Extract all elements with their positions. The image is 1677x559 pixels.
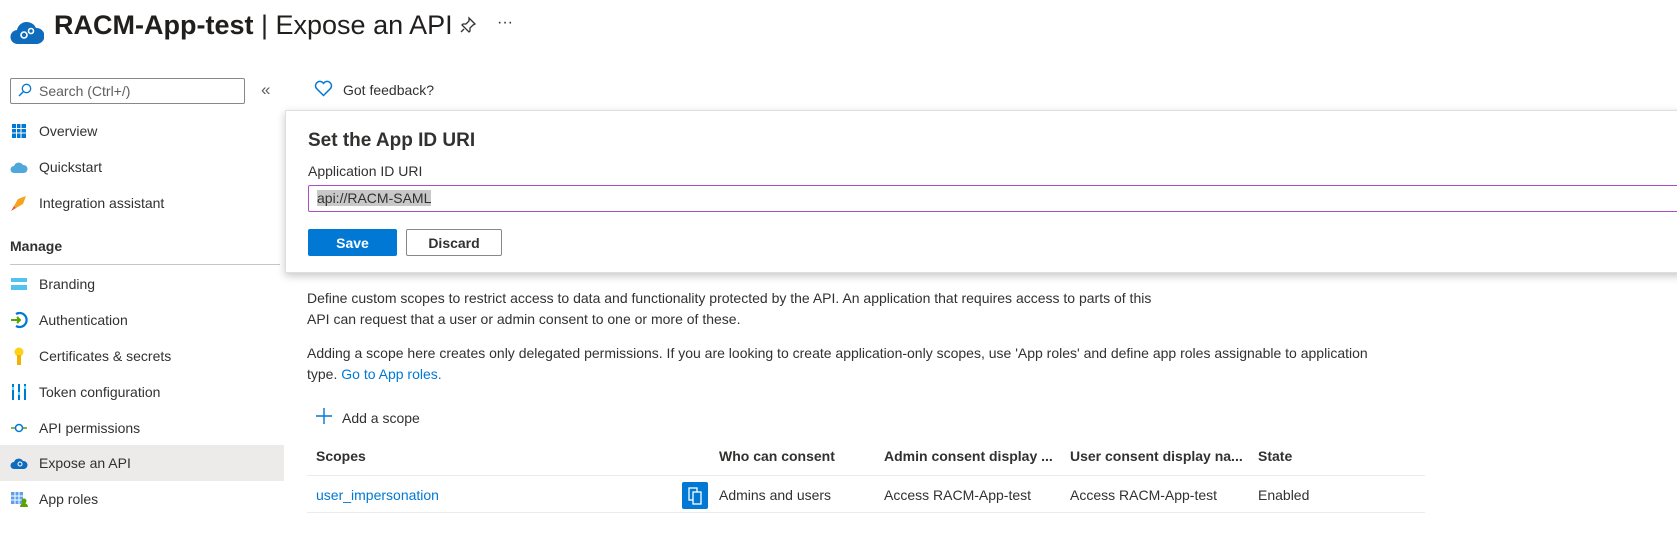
add-scope-label: Add a scope xyxy=(342,409,420,426)
sidebar-item-app-roles[interactable]: App roles xyxy=(0,481,284,517)
expose-api-cloud-icon xyxy=(10,454,28,472)
pin-icon[interactable] xyxy=(459,16,477,39)
column-header-state[interactable]: State xyxy=(1258,448,1292,464)
discard-button[interactable]: Discard xyxy=(406,229,502,256)
set-app-id-uri-dialog: Set the App ID URI Application ID URI ap… xyxy=(285,110,1677,273)
scope-link[interactable]: user_impersonation xyxy=(316,487,439,503)
column-header-scopes[interactable]: Scopes xyxy=(316,448,366,464)
sidebar-item-authentication[interactable]: Authentication xyxy=(0,302,284,338)
sidebar-search-input[interactable]: Search (Ctrl+/) xyxy=(10,78,245,104)
sidebar-item-label: API permissions xyxy=(39,420,141,436)
sidebar-item-quickstart[interactable]: Quickstart xyxy=(0,149,284,185)
app-id-uri-label: Application ID URI xyxy=(308,163,423,179)
sidebar-item-label: App roles xyxy=(39,491,99,507)
app-cloud-icon xyxy=(10,18,45,49)
sidebar-item-token-configuration[interactable]: Token configuration xyxy=(0,374,284,410)
quickstart-cloud-icon xyxy=(10,158,28,176)
sidebar-item-overview[interactable]: Overview xyxy=(0,113,284,149)
scopes-note: Adding a scope here creates only delegat… xyxy=(307,345,1368,382)
feedback-label: Got feedback? xyxy=(343,82,435,98)
api-permissions-icon xyxy=(10,419,28,437)
go-to-app-roles-link[interactable]: Go to App roles. xyxy=(341,366,441,382)
sidebar-item-label: Overview xyxy=(39,123,98,139)
copy-icon[interactable] xyxy=(682,482,708,509)
sidebar-item-branding[interactable]: Branding xyxy=(0,266,284,302)
user-consent-cell: Access RACM-App-test xyxy=(1070,487,1218,503)
authentication-icon xyxy=(10,311,28,329)
rocket-icon xyxy=(10,194,28,212)
overview-grid-icon xyxy=(10,122,28,140)
column-header-admin-consent[interactable]: Admin consent display ... xyxy=(884,448,1053,464)
sidebar-item-label: Certificates & secrets xyxy=(39,348,172,364)
divider xyxy=(10,264,280,265)
sidebar-item-expose-an-api[interactable]: Expose an API xyxy=(0,445,284,481)
collapse-sidebar-button[interactable]: « xyxy=(261,80,270,100)
search-icon xyxy=(18,83,32,100)
admin-consent-cell: Access RACM-App-test xyxy=(884,487,1032,503)
manage-section-heading: Manage xyxy=(10,238,63,254)
sidebar-item-label: Expose an API xyxy=(39,455,131,471)
column-header-who-can-consent[interactable]: Who can consent xyxy=(719,448,835,464)
token-bars-icon xyxy=(10,383,28,401)
table-header-divider xyxy=(307,475,1425,476)
plus-icon xyxy=(316,408,332,427)
sidebar-item-label: Token configuration xyxy=(39,384,161,400)
more-options-button[interactable]: ··· xyxy=(497,14,513,32)
app-id-uri-input[interactable]: api://RACM-SAML xyxy=(308,185,1677,212)
dialog-title: Set the App ID URI xyxy=(308,130,476,151)
key-icon xyxy=(10,347,28,365)
state-cell: Enabled xyxy=(1258,487,1310,503)
scopes-description: Define custom scopes to restrict access … xyxy=(307,290,1152,327)
who-can-consent-cell: Admins and users xyxy=(719,487,832,503)
add-scope-button[interactable]: Add a scope xyxy=(316,408,420,427)
branding-icon xyxy=(10,275,28,293)
app-roles-icon xyxy=(10,490,28,508)
sidebar-item-api-permissions[interactable]: API permissions xyxy=(0,410,284,446)
sidebar-item-label: Branding xyxy=(39,276,96,292)
page-title: RACM-App-test | Expose an API xyxy=(54,10,453,40)
sidebar-item-label: Integration assistant xyxy=(39,195,165,211)
app-id-uri-value: api://RACM-SAML xyxy=(317,190,432,206)
save-button[interactable]: Save xyxy=(308,229,397,256)
sidebar-item-integration-assistant[interactable]: Integration assistant xyxy=(0,185,284,221)
feedback-button[interactable]: Got feedback? xyxy=(314,80,434,100)
heart-icon xyxy=(314,80,333,100)
column-header-user-consent[interactable]: User consent display na... xyxy=(1070,448,1243,464)
sidebar-item-label: Quickstart xyxy=(39,159,103,175)
sidebar-item-certificates-secrets[interactable]: Certificates & secrets xyxy=(0,338,284,374)
table-row-divider xyxy=(307,512,1425,513)
sidebar-item-label: Authentication xyxy=(39,312,128,328)
